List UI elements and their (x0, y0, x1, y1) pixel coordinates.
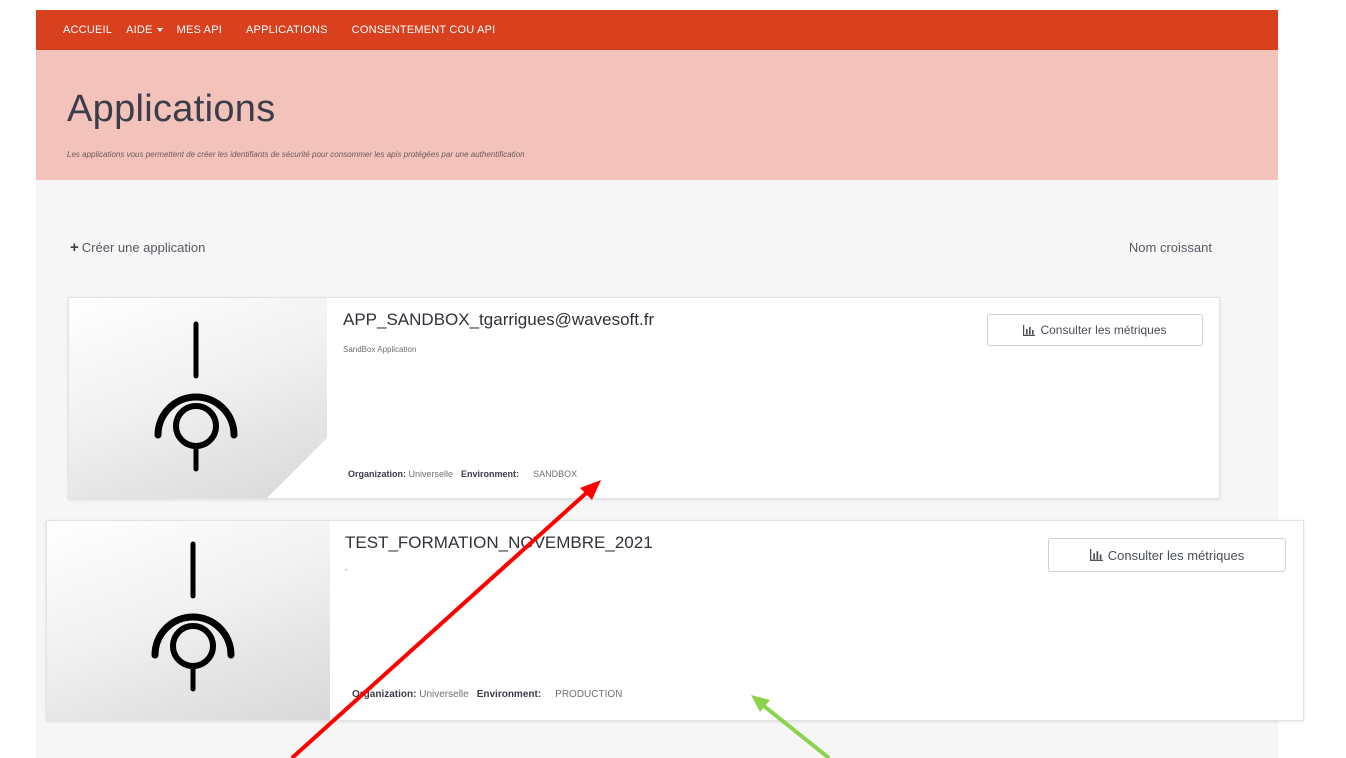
sort-dropdown[interactable]: Nom croissant (1129, 240, 1212, 255)
organization-key: Organization: (352, 689, 417, 700)
page-subtitle: Les applications vous permettent de crée… (67, 150, 525, 159)
organization-value: Universelle (419, 689, 469, 700)
nav-item-aide[interactable]: AIDE (126, 24, 163, 36)
nav-item-consentement[interactable]: CONSENTEMENT COU API (352, 24, 496, 36)
top-navigation: ACCUEIL AIDE MES API APPLICATIONS CONSEN… (36, 10, 1278, 50)
create-application-button[interactable]: + Créer une application (70, 240, 205, 255)
view-metrics-button[interactable]: Consulter les métriques (987, 314, 1203, 346)
application-description: - (345, 565, 348, 574)
application-meta: Organization: Universelle Environment: SA… (348, 469, 577, 479)
organization-value: Universelle (408, 469, 454, 479)
view-metrics-label: Consulter les métriques (1107, 547, 1245, 563)
bar-chart-icon (1023, 324, 1036, 336)
application-card: APP_SANDBOX_tgarrigues@wavesoft.fr SandB… (68, 297, 1220, 499)
application-card: TEST_FORMATION_NOVEMBRE_2021 - Organizat… (46, 520, 1304, 721)
application-logo (69, 298, 327, 498)
nav-item-accueil[interactable]: ACCUEIL (63, 24, 112, 36)
environment-value: SANDBOX (533, 469, 578, 479)
view-metrics-button[interactable]: Consulter les métriques (1048, 538, 1286, 572)
view-metrics-label: Consulter les métriques (1040, 323, 1167, 337)
create-application-label: Créer une application (81, 240, 206, 255)
page-title: Applications (67, 88, 276, 130)
bar-chart-icon (1089, 549, 1103, 561)
app-logo-icon (151, 541, 235, 692)
application-meta: Organization: Universelle Environment: PR… (352, 689, 622, 700)
environment-value: PRODUCTION (555, 689, 623, 700)
toolbar: + Créer une application Nom croissant (36, 240, 1278, 260)
nav-item-aide-label: AIDE (126, 24, 153, 36)
application-description: SandBox Application (343, 345, 417, 354)
application-name[interactable]: TEST_FORMATION_NOVEMBRE_2021 (345, 533, 653, 553)
app-logo-icon (154, 321, 238, 472)
nav-item-applications[interactable]: APPLICATIONS (246, 24, 328, 36)
logo-corner (267, 438, 327, 498)
caret-down-icon (156, 28, 163, 32)
organization-key: Organization: (348, 469, 406, 479)
environment-key: Environment: (476, 689, 542, 700)
environment-key: Environment: (461, 469, 520, 479)
application-logo (47, 521, 330, 720)
nav-item-mes-api[interactable]: MES API (177, 24, 222, 36)
plus-icon: + (70, 239, 79, 256)
page-header: Applications Les applications vous perme… (36, 50, 1278, 180)
application-name[interactable]: APP_SANDBOX_tgarrigues@wavesoft.fr (343, 310, 654, 330)
